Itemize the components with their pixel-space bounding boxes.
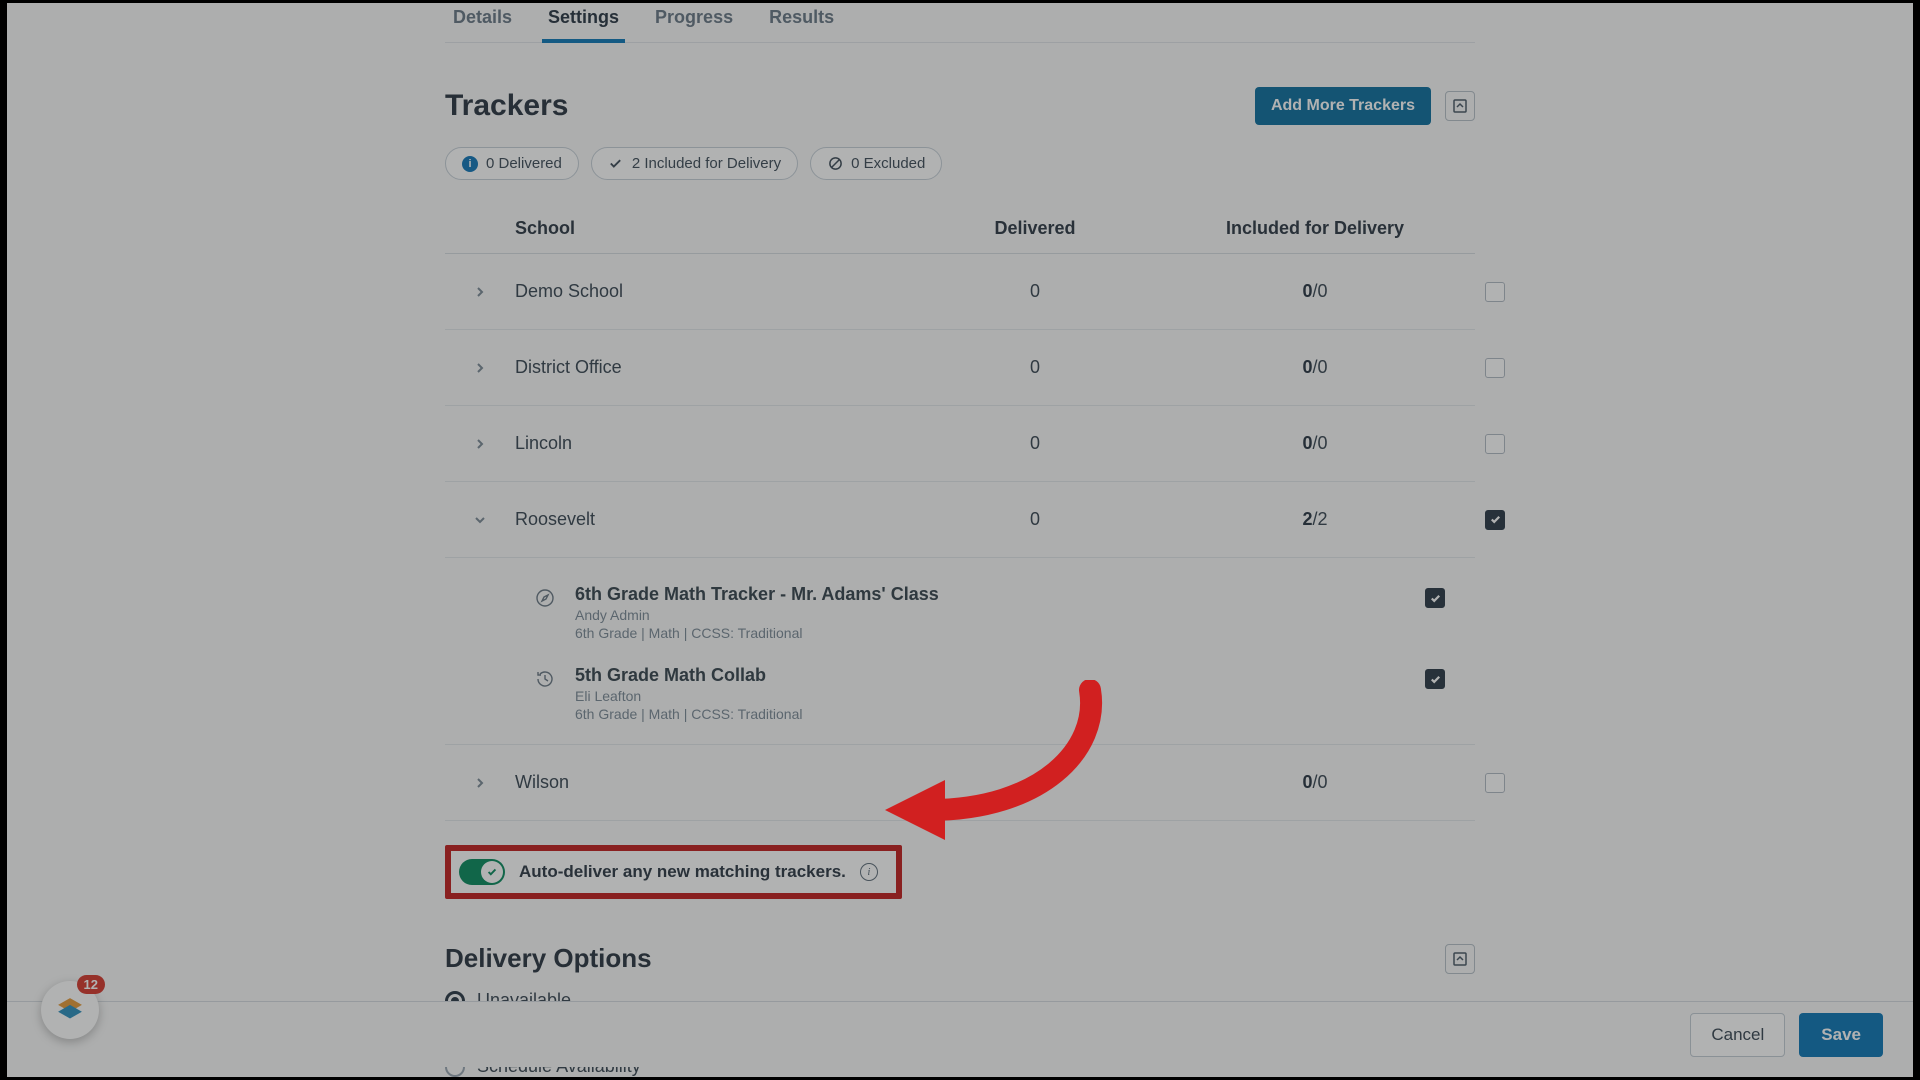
tracker-checkbox[interactable] [1425,588,1445,608]
delivered-value: 0 [905,357,1165,378]
tracker-subrow: 6th Grade Math Tracker - Mr. Adams' Clas… [445,572,1475,653]
tracker-meta: 6th Grade | Math | CCSS: Traditional [575,625,1165,641]
col-included: Included for Delivery [1165,218,1465,239]
save-button[interactable]: Save [1799,1013,1883,1057]
expand-icon[interactable] [445,362,515,374]
tracker-author: Andy Admin [575,607,1165,623]
auto-deliver-callout: Auto-deliver any new matching trackers. … [445,845,902,899]
check-icon [608,156,624,172]
chip-excluded-label: 0 Excluded [851,155,925,172]
cancel-button[interactable]: Cancel [1690,1013,1785,1057]
school-name: Wilson [515,772,905,793]
expand-icon[interactable] [445,438,515,450]
school-name: Lincoln [515,433,905,454]
chip-delivered-label: 0 Delivered [486,155,562,172]
tracker-author: Eli Leafton [575,688,1165,704]
table-row: District Office 0 0/0 [445,330,1475,406]
toggle-knob [481,861,503,883]
chip-delivered[interactable]: i 0 Delivered [445,147,579,180]
col-delivered: Delivered [905,218,1165,239]
expand-icon[interactable] [445,286,515,298]
tab-progress[interactable]: Progress [653,7,735,42]
blocked-icon [827,156,843,172]
footer-bar: Cancel Save [7,1001,1913,1067]
col-school: School [515,218,905,239]
row-checkbox[interactable] [1485,358,1505,378]
delivered-value: 0 [905,772,1165,793]
tabs-bar: Details Settings Progress Results [445,3,1475,43]
school-name: Demo School [515,281,905,302]
row-checkbox[interactable] [1485,282,1505,302]
school-name: Roosevelt [515,509,905,530]
delivered-value: 0 [905,281,1165,302]
collapse-section-icon[interactable] [1445,91,1475,121]
auto-deliver-label: Auto-deliver any new matching trackers. [519,862,846,882]
fab-badge: 12 [77,975,105,994]
chip-included-label: 2 Included for Delivery [632,155,781,172]
tracker-title: 5th Grade Math Collab [575,665,1165,686]
tab-results[interactable]: Results [767,7,836,42]
tracker-checkbox[interactable] [1425,669,1445,689]
collapse-section-icon[interactable] [1445,944,1475,974]
school-name: District Office [515,357,905,378]
delivered-value: 0 [905,433,1165,454]
row-checkbox[interactable] [1485,510,1505,530]
info-icon: i [462,156,478,172]
expand-icon[interactable] [445,777,515,789]
included-value: 0/0 [1165,357,1465,378]
layers-icon [53,993,87,1027]
trackers-title: Trackers [445,89,568,123]
info-icon[interactable]: i [860,863,878,881]
tracker-title: 6th Grade Math Tracker - Mr. Adams' Clas… [575,584,1165,605]
table-row: Lincoln 0 0/0 [445,406,1475,482]
row-checkbox[interactable] [1485,434,1505,454]
included-value: 0/0 [1165,281,1465,302]
tracker-meta: 6th Grade | Math | CCSS: Traditional [575,706,1165,722]
history-icon [515,665,575,722]
included-value: 0/0 [1165,433,1465,454]
table-row: Demo School 0 0/0 [445,254,1475,330]
tab-settings[interactable]: Settings [546,7,621,42]
compass-icon [515,584,575,641]
chip-included[interactable]: 2 Included for Delivery [591,147,798,180]
delivery-options-title: Delivery Options [445,943,652,974]
included-value: 2/2 [1165,509,1465,530]
tracker-subrow: 5th Grade Math Collab Eli Leafton 6th Gr… [445,653,1475,734]
tracker-subrows: 6th Grade Math Tracker - Mr. Adams' Clas… [445,558,1475,745]
tab-details[interactable]: Details [451,7,514,42]
row-checkbox[interactable] [1485,773,1505,793]
help-fab[interactable]: 12 [41,981,99,1039]
add-more-trackers-button[interactable]: Add More Trackers [1255,87,1431,125]
trackers-table: School Delivered Included for Delivery D… [445,204,1475,821]
table-row: Roosevelt 0 2/2 [445,482,1475,558]
filter-chips: i 0 Delivered 2 Included for Delivery 0 … [445,147,1475,180]
chip-excluded[interactable]: 0 Excluded [810,147,942,180]
table-row: Wilson 0 0/0 [445,745,1475,821]
delivered-value: 0 [905,509,1165,530]
auto-deliver-toggle[interactable] [459,859,505,885]
collapse-icon[interactable] [445,514,515,526]
included-value: 0/0 [1165,772,1465,793]
